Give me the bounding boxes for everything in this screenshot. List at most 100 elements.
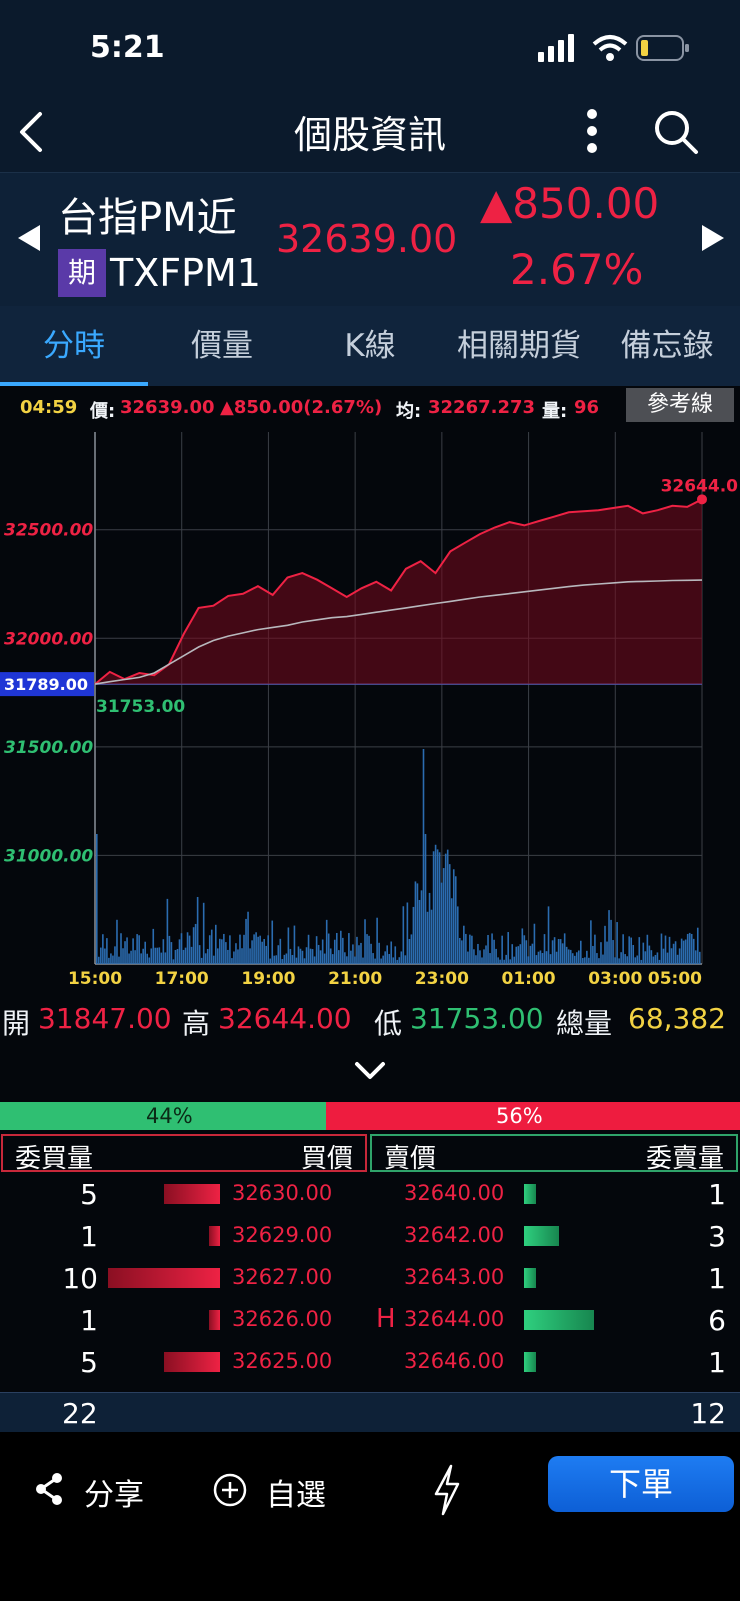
volume-bar xyxy=(289,948,292,964)
volume-bar xyxy=(549,954,552,964)
volume-bar xyxy=(370,943,372,964)
prev-stock-icon[interactable] xyxy=(16,223,42,253)
order-book-row[interactable]: 1 32629.00 32642.00 3 xyxy=(0,1214,740,1256)
volume-bar xyxy=(198,945,201,964)
volume-bar xyxy=(178,939,181,964)
volume-bar xyxy=(529,945,532,964)
volume-bar xyxy=(210,929,213,964)
watchlist-label: 自選 xyxy=(266,1478,326,1513)
volume-bar xyxy=(390,941,393,964)
volume-bar xyxy=(96,834,98,964)
volume-bar xyxy=(483,949,485,964)
book-totals-row: 22 12 xyxy=(0,1392,740,1432)
bid-qty-bar xyxy=(164,1184,220,1204)
volume-bar xyxy=(584,957,586,964)
volume-bar xyxy=(541,953,544,964)
volume-bar xyxy=(243,934,245,964)
tab-memo[interactable]: 備忘錄 xyxy=(594,306,740,386)
volume-bar xyxy=(402,906,405,964)
order-book-row[interactable]: 10 32627.00 32643.00 1 xyxy=(0,1256,740,1298)
ask-qty: 1 xyxy=(708,1346,726,1379)
lightning-icon[interactable] xyxy=(432,1464,462,1516)
volume-bar xyxy=(162,939,165,964)
next-stock-icon[interactable] xyxy=(700,223,726,253)
search-icon[interactable] xyxy=(652,108,700,156)
volume-bar xyxy=(208,935,211,964)
place-order-button[interactable]: 下單 xyxy=(548,1456,734,1512)
volume-bar xyxy=(452,869,455,964)
chevron-down-icon[interactable] xyxy=(354,1060,386,1082)
more-icon[interactable] xyxy=(580,106,604,156)
volume-bar xyxy=(622,934,624,964)
volume-bar xyxy=(114,946,116,964)
volume-bar xyxy=(444,853,447,964)
volume-bar xyxy=(277,945,280,964)
intraday-info-bar: 04:59 價: 32639.00 ▲850.00(2.67%) 均: 3226… xyxy=(0,386,740,428)
volume-bar xyxy=(501,935,503,964)
order-book-row[interactable]: 1 32626.00 H 32644.00 6 xyxy=(0,1298,740,1340)
volume-bar xyxy=(400,951,403,964)
reference-line-button[interactable]: 參考線 xyxy=(626,388,734,422)
volume-bar xyxy=(618,958,620,964)
volume-bar xyxy=(212,955,215,964)
volume-bar xyxy=(225,942,227,964)
volume-bar xyxy=(465,933,467,964)
volume-bar xyxy=(648,945,651,964)
x-tick-label: 19:00 xyxy=(241,969,295,989)
chart-canvas: 32500.00 32000.00 31500.00 31000.00 31789.00… xyxy=(0,432,739,989)
order-book-row[interactable]: 5 32630.00 32640.00 1 xyxy=(0,1172,740,1214)
volume-bar xyxy=(116,919,118,964)
volume-bar xyxy=(656,952,659,964)
volume-bar xyxy=(335,932,338,964)
volume-bar xyxy=(487,934,489,964)
volume-bar xyxy=(557,938,560,964)
volume-bar xyxy=(352,944,354,964)
volume-bar xyxy=(582,958,584,964)
volume-bar xyxy=(626,956,628,964)
order-book-row[interactable]: 5 32625.00 32646.00 1 xyxy=(0,1340,740,1382)
share-button[interactable]: 分享 xyxy=(32,1466,162,1516)
page-title: 個股資訊 xyxy=(293,113,446,157)
volume-bar xyxy=(467,951,469,964)
high-price-label: 32644.0 xyxy=(661,476,739,496)
wifi-icon xyxy=(592,35,628,61)
tab-price-volume[interactable]: 價量 xyxy=(148,306,296,386)
bid-total: 22 xyxy=(62,1397,98,1430)
volume-bar xyxy=(640,959,643,964)
x-tick-label: 17:00 xyxy=(155,969,209,989)
tab-kline[interactable]: K線 xyxy=(296,306,444,386)
intraday-chart: 32500.00 32000.00 31500.00 31000.00 31789.00… xyxy=(0,428,740,990)
volume-bar xyxy=(404,955,407,964)
bid-qty-bar xyxy=(108,1268,220,1288)
volume-bar xyxy=(237,949,239,964)
volume-bar xyxy=(664,935,667,964)
volume-bar xyxy=(168,935,171,964)
volume-bar xyxy=(463,925,465,964)
volume-bar xyxy=(686,933,689,964)
volume-bar xyxy=(118,956,120,964)
tab-intraday[interactable]: 分時 xyxy=(0,306,148,386)
add-watchlist-button[interactable]: 自選 xyxy=(210,1466,340,1516)
bid-qty: 5 xyxy=(80,1178,98,1211)
volume-bar xyxy=(358,945,360,964)
price-area-fill xyxy=(95,499,702,685)
high-label: 高 xyxy=(182,1007,211,1040)
ask-qty-bar xyxy=(524,1184,536,1204)
volume-bar xyxy=(321,939,324,964)
volume-bar xyxy=(164,952,167,964)
volume-bar xyxy=(180,933,183,964)
volume-bar xyxy=(569,949,572,964)
volume-bar xyxy=(174,949,177,964)
volume-bar xyxy=(521,928,524,964)
volume-bar xyxy=(194,923,197,964)
volume-bar xyxy=(485,945,487,964)
share-label: 分享 xyxy=(84,1478,144,1513)
info-avg: 32267.273 xyxy=(428,397,536,418)
x-tick-label: 05:00 xyxy=(648,969,702,989)
sell-ratio-label: 56% xyxy=(496,1104,543,1128)
info-change: ▲850.00(2.67%) xyxy=(220,397,383,418)
ask-price: 32646.00 xyxy=(404,1349,505,1373)
tab-related-futures[interactable]: 相關期貨 xyxy=(444,306,594,386)
volume-bar xyxy=(505,954,507,964)
signal-icon xyxy=(538,34,574,62)
